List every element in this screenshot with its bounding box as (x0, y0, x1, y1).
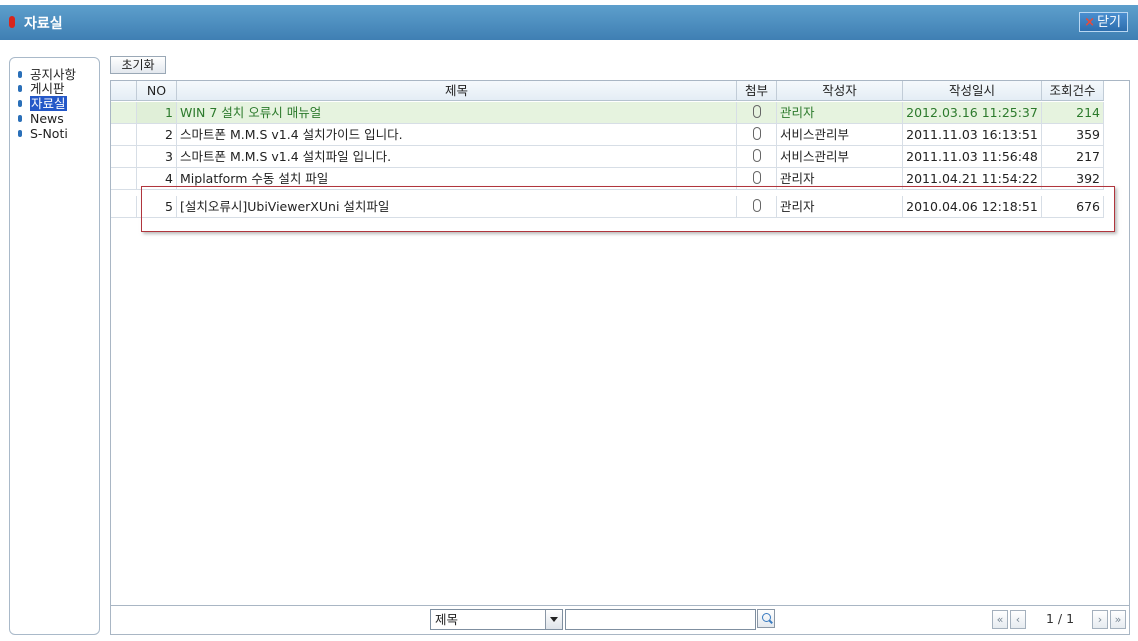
paperclip-icon[interactable] (752, 171, 761, 184)
bullet-icon (18, 85, 22, 92)
paperclip-icon[interactable] (752, 127, 761, 140)
column-header-views[interactable]: 조회건수 (1042, 81, 1104, 101)
column-header-no[interactable]: NO (137, 81, 177, 101)
window-titlebar: 자료실 × 닫기 (0, 5, 1138, 40)
table-row[interactable]: 4 Miplatform 수동 설치 파일 관리자 2011.04.21 11:… (111, 168, 1104, 190)
row-author: 서비스관리부 (777, 146, 903, 168)
paperclip-icon[interactable] (752, 199, 761, 212)
row-title[interactable]: 스마트폰 M.M.S v1.4 설치가이드 입니다. (177, 124, 737, 146)
row-no: 2 (137, 124, 177, 146)
table-row[interactable]: 2 스마트폰 M.M.S v1.4 설치가이드 입니다. 서비스관리부 2011… (111, 124, 1104, 146)
search-button[interactable] (757, 609, 775, 628)
sidebar-item-news[interactable]: News (18, 112, 64, 126)
table-row[interactable]: 5 [설치오류시]UbiViewerXUni 설치파일 관리자 2010.04.… (111, 196, 1104, 218)
column-header-attach[interactable]: 첨부 (737, 81, 777, 101)
bullet-icon (18, 115, 22, 122)
page-indicator: 1 / 1 (1046, 611, 1075, 626)
column-header-date[interactable]: 작성일시 (903, 81, 1042, 101)
sidebar-item-notice[interactable]: 공지사항 (18, 68, 76, 82)
column-header-author[interactable]: 작성자 (777, 81, 903, 101)
title-marker-icon (9, 16, 15, 28)
row-views: 217 (1042, 146, 1104, 168)
last-page-button[interactable]: » (1110, 610, 1126, 629)
close-button-label: 닫기 (1097, 15, 1121, 30)
row-views: 359 (1042, 124, 1104, 146)
bullet-icon (18, 130, 22, 137)
bullet-icon (18, 71, 22, 78)
row-author: 관리자 (777, 196, 903, 218)
search-field-value: 제목 (435, 612, 459, 627)
prev-page-button[interactable]: ‹ (1010, 610, 1026, 629)
row-date: 2011.11.03 11:56:48 (903, 146, 1042, 168)
row-author: 관리자 (777, 168, 903, 190)
row-no: 5 (137, 196, 177, 218)
row-title[interactable]: 스마트폰 M.M.S v1.4 설치파일 입니다. (177, 146, 737, 168)
row-author: 관리자 (777, 102, 903, 124)
row-no: 1 (137, 102, 177, 124)
row-title[interactable]: Miplatform 수동 설치 파일 (177, 168, 737, 190)
close-button[interactable]: × 닫기 (1079, 12, 1128, 32)
row-views: 214 (1042, 102, 1104, 124)
sidebar-item-snoti[interactable]: S-Noti (18, 127, 68, 141)
next-page-button[interactable]: › (1092, 610, 1108, 629)
row-views: 392 (1042, 168, 1104, 190)
row-views: 676 (1042, 196, 1104, 218)
header-spacer (111, 81, 137, 101)
table-row[interactable]: 1 WIN 7 설치 오류시 매뉴얼 관리자 2012.03.16 11:25:… (111, 102, 1104, 124)
bullet-icon (18, 100, 22, 107)
row-title[interactable]: [설치오류시]UbiViewerXUni 설치파일 (177, 196, 737, 218)
data-grid: NO 제목 첨부 작성자 작성일시 조회건수 1 WIN 7 설치 오류시 매뉴… (110, 80, 1130, 606)
first-page-button[interactable]: « (992, 610, 1008, 629)
sidebar-item-archive[interactable]: 자료실 (18, 96, 67, 111)
row-date: 2010.04.06 12:18:51 (903, 196, 1042, 218)
search-input[interactable] (565, 609, 756, 630)
chevron-down-icon[interactable] (545, 610, 562, 629)
sidebar: 공지사항 게시판 자료실 News S-Noti (9, 57, 100, 635)
search-field-select[interactable]: 제목 (430, 609, 563, 630)
sidebar-item-board[interactable]: 게시판 (18, 82, 65, 96)
row-date: 2011.11.03 16:13:51 (903, 124, 1042, 146)
window-title: 자료실 (24, 16, 63, 32)
row-title[interactable]: WIN 7 설치 오류시 매뉴얼 (177, 102, 737, 124)
paperclip-icon[interactable] (752, 105, 761, 118)
table-row[interactable]: 3 스마트폰 M.M.S v1.4 설치파일 입니다. 서비스관리부 2011.… (111, 146, 1104, 168)
row-date: 2012.03.16 11:25:37 (903, 102, 1042, 124)
row-author: 서비스관리부 (777, 124, 903, 146)
row-date: 2011.04.21 11:54:22 (903, 168, 1042, 190)
row-no: 4 (137, 168, 177, 190)
close-icon: × (1084, 15, 1096, 30)
paperclip-icon[interactable] (752, 149, 761, 162)
column-header-title[interactable]: 제목 (177, 81, 737, 101)
reset-button[interactable]: 초기화 (110, 56, 166, 74)
row-no: 3 (137, 146, 177, 168)
